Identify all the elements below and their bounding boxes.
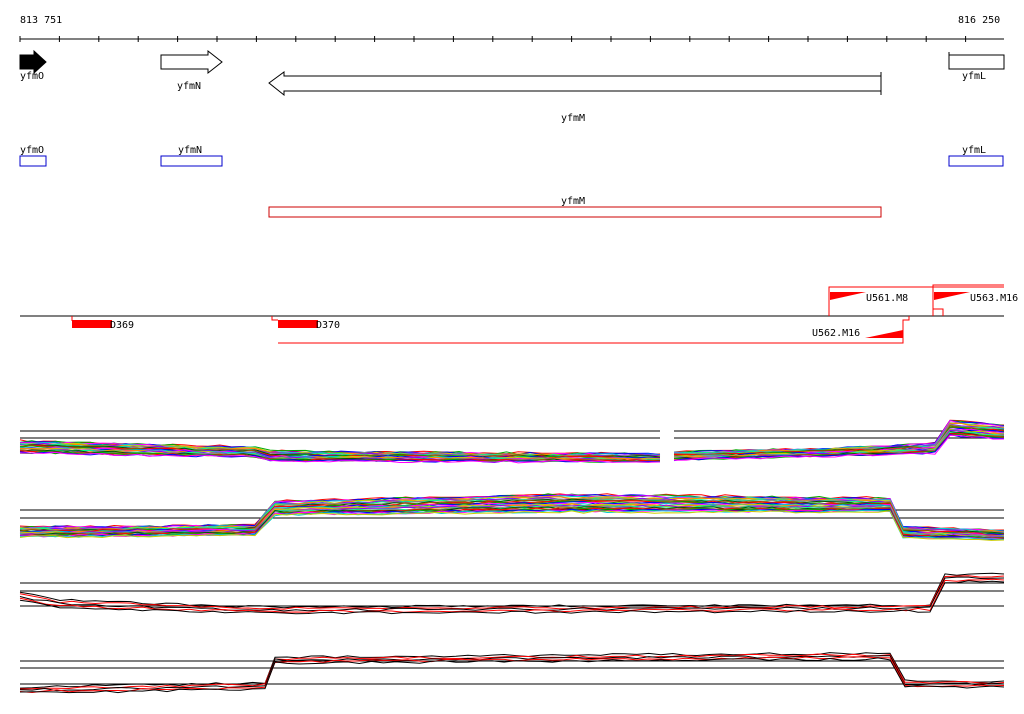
expression-profile-track-3 [19,572,1005,615]
expression-profile-line [19,509,1005,541]
feature-U563-marker[interactable] [934,292,970,300]
gene-arrow-track: yfmO yfmN yfmM yfmL [19,49,1005,124]
feature-D370-label: D370 [316,320,340,331]
gene-box-track: yfmO yfmN yfmL yfmM [19,145,1004,218]
box-yfmO-label: yfmO [20,145,44,156]
box-yfmO[interactable] [19,155,47,167]
expression-profile-track-1 [19,419,1005,464]
gene-yfmM-label: yfmM [561,113,585,124]
feature-U563-label: U563.M16 [970,293,1018,304]
ruler-end-label: 816 250 [958,15,1000,26]
gene-yfmM-arrow[interactable] [268,71,882,97]
feature-U562-marker[interactable] [865,330,903,338]
feature-D369-block[interactable] [72,320,112,328]
feature-U563-foot [933,308,944,316]
expression-profile-track-4 [19,652,1005,694]
gene-yfmO-label: yfmO [20,71,44,82]
box-yfmN-label: yfmN [178,145,202,156]
box-yfmN[interactable] [160,155,223,167]
gene-yfmN-arrow[interactable] [160,49,223,75]
gene-yfmL-arrow[interactable] [948,52,1005,70]
feature-D370-bracket [271,316,278,321]
ruler-start-label: 813 751 [20,15,62,26]
feature-D370-block[interactable] [278,320,318,328]
coordinate-ruler: 813 751 816 250 [19,15,1004,42]
box-yfmL-label: yfmL [962,145,986,156]
box-yfmL[interactable] [948,155,1004,167]
expression-profile-line [19,575,1005,610]
feature-D369-label: D369 [110,320,134,331]
gene-yfmN-label: yfmN [177,81,201,92]
feature-U562-label: U562.M16 [812,328,860,339]
feature-U561-marker[interactable] [830,292,866,300]
gene-yfmL-label: yfmL [962,71,986,82]
feature-U561-label: U561.M8 [866,293,908,304]
genome-browser-view: 813 751 816 250 yfmO yfmN yfmM yfmL yfmO… [19,15,1018,694]
box-yfmM-label: yfmM [561,196,585,207]
feature-track: D369 D370 U562.M16 U561.M8 U563.M16 [20,284,1018,344]
gene-yfmO-arrow[interactable] [19,49,47,75]
expression-profile-track-2 [19,493,1005,541]
box-yfmM[interactable] [268,206,882,218]
